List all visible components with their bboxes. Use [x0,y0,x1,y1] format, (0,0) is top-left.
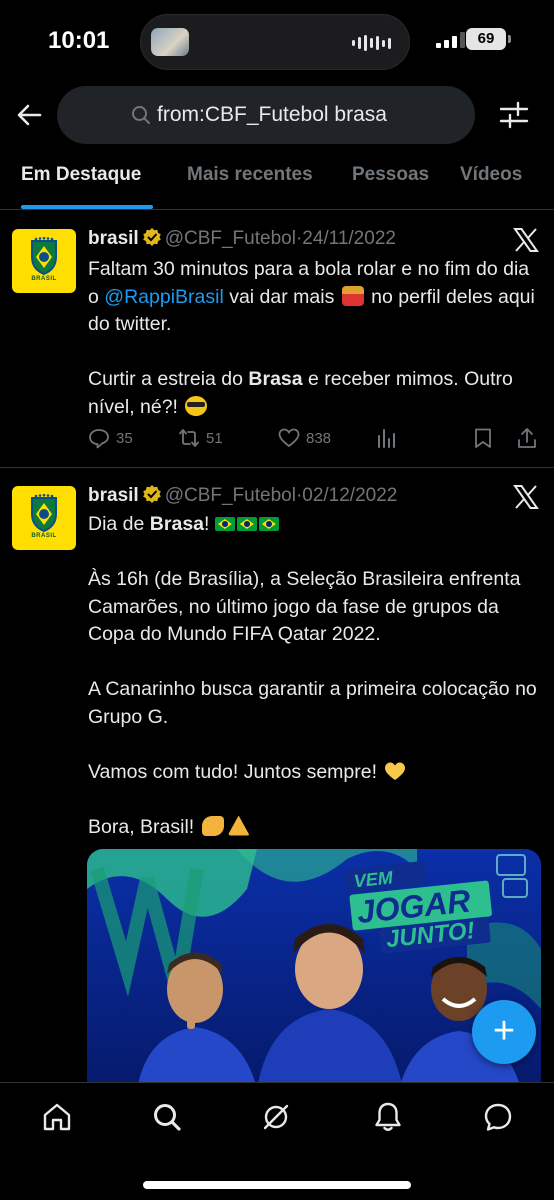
tweet-paragraph-spacer [88,339,540,367]
tweet-paragraph: A Canarinho busca garantir a primeira co… [88,678,537,728]
tweet[interactable]: BRASIL brasil @CBF_Futebol·24/11/2022 Fal… [0,211,554,468]
brazil-flag-emoji-icon [236,517,257,531]
active-tab-indicator [21,205,153,209]
folded-hands-emoji-icon [227,815,250,836]
avatar-label: BRASIL [31,533,57,539]
tweet-actions: 35 51 838 [88,427,540,457]
verified-gold-badge-icon [142,485,161,503]
tweet-text-segment: Bora, Brasil! [88,815,200,838]
tab-em-destaque[interactable]: Em Destaque [21,164,141,186]
tweet-paragraph-spacer [88,539,540,567]
reply-icon [89,429,109,449]
bar-chart-icon [378,429,395,448]
tweet-text-bold: Brasa [149,513,205,535]
tweet-date: 24/11/2022 [302,228,396,249]
audio-wave-icon [352,35,391,51]
tab-videos[interactable]: Vídeos [460,164,522,186]
search-input[interactable]: from:CBF_Futebol brasa [57,86,475,144]
search-query: from:CBF_Futebol brasa [157,103,387,126]
battery-indicator: 69 [466,28,511,50]
gift-emoji-icon [341,285,364,306]
tweet-paragraph-spacer [88,786,540,814]
avatar[interactable]: BRASIL [12,229,76,293]
like-count: 838 [306,429,332,447]
share-icon [518,428,536,448]
verified-gold-badge-icon [142,228,161,246]
tweet[interactable]: BRASIL brasil @CBF_Futebol·02/12/2022 Dia… [0,469,554,1089]
search-icon [132,106,150,124]
tweet-date: 02/12/2022 [302,485,398,506]
compose-button[interactable]: + [472,1000,536,1064]
tweet-paragraph-spacer [88,731,540,759]
tweet-text: Faltam 30 minutos para a bola rolar e no… [88,256,540,421]
tweet-header: brasil @CBF_Futebol·24/11/2022 [88,227,396,250]
author-name[interactable]: brasil [88,228,139,249]
tweet-text: Dia de Brasa! Às 16h (de Brasília), a Se… [88,511,540,841]
tweet-paragraph: Bora, Brasil! [88,814,540,842]
status-bar: 10:01 69 [0,0,554,84]
tweet-paragraph: Às 16h (de Brasília), a Seleção Brasilei… [88,568,521,645]
tab-mais-recentes[interactable]: Mais recentes [187,164,313,186]
share-button[interactable] [516,427,538,449]
bookmark-icon [475,428,491,448]
retweet-count: 51 [206,429,223,447]
cbf-crest-icon [31,237,57,275]
tweet-text-bold: Brasa [248,368,303,390]
search-header: from:CBF_Futebol brasa [0,84,554,146]
signal-icon [436,32,465,48]
heart-icon [278,428,300,448]
like-button[interactable]: 838 [278,427,331,449]
media-text-vem: VEM [353,867,395,891]
reply-count: 35 [116,429,133,447]
flexed-biceps-emoji-icon [201,815,224,836]
brazil-flag-emoji-icon [214,517,235,531]
mention-link[interactable]: @RappiBrasil [104,286,224,308]
tweet-divider [0,467,554,468]
cbf-crest-icon [31,494,57,532]
tweet-paragraph-spacer [88,649,540,677]
arrow-left-icon[interactable] [14,100,44,130]
author-name[interactable]: brasil [88,485,139,506]
x-logo-icon [513,228,539,252]
tweet-header: brasil @CBF_Futebol·02/12/2022 [88,484,397,507]
tab-pessoas[interactable]: Pessoas [352,164,429,186]
tweet-text-segment: Curtir a estreia do [88,368,249,390]
search-icon[interactable] [151,1101,183,1133]
retweet-icon [179,429,199,447]
brazil-flag-emoji-icon [258,517,279,531]
grok-icon[interactable] [260,1101,292,1133]
tweet-text-segment: ! [204,513,215,535]
tweet-paragraph: Dia de Brasa! [88,511,540,539]
tweet-text-segment: Dia de [88,513,150,535]
now-playing-thumbnail [151,28,189,56]
reply-button[interactable]: 35 [88,427,133,449]
tweet-paragraph: Curtir a estreia do Brasa e receber mimo… [88,366,540,421]
dynamic-island[interactable] [140,14,410,70]
sliders-icon[interactable] [498,100,530,130]
plus-icon: + [492,1010,516,1052]
avatar-label: BRASIL [31,276,57,282]
x-logo-icon [513,485,539,509]
tweet-text-segment: vai dar mais [223,285,340,308]
home-indicator [143,1181,411,1189]
tweet-paragraph: Faltam 30 minutos para a bola rolar e no… [88,256,540,339]
status-time: 10:01 [48,27,110,54]
retweet-button[interactable]: 51 [178,427,223,449]
author-handle: @CBF_Futebol [164,228,296,249]
bottom-navigation [0,1082,554,1200]
author-handle: @CBF_Futebol [164,485,296,506]
tweet-paragraph: Vamos com tudo! Juntos sempre! [88,759,540,787]
yellow-heart-emoji-icon [384,761,406,781]
message-icon[interactable] [482,1101,514,1133]
search-tabs: Em Destaque Mais recentes Pessoas Vídeos [0,150,554,210]
avatar[interactable]: BRASIL [12,486,76,550]
bookmark-button[interactable] [472,427,494,449]
sunglasses-emoji-icon [185,395,208,416]
tweet-text-segment: Vamos com tudo! Juntos sempre! [88,760,383,783]
bell-icon[interactable] [372,1101,404,1133]
home-icon[interactable] [41,1101,73,1133]
views-button[interactable] [376,427,398,449]
